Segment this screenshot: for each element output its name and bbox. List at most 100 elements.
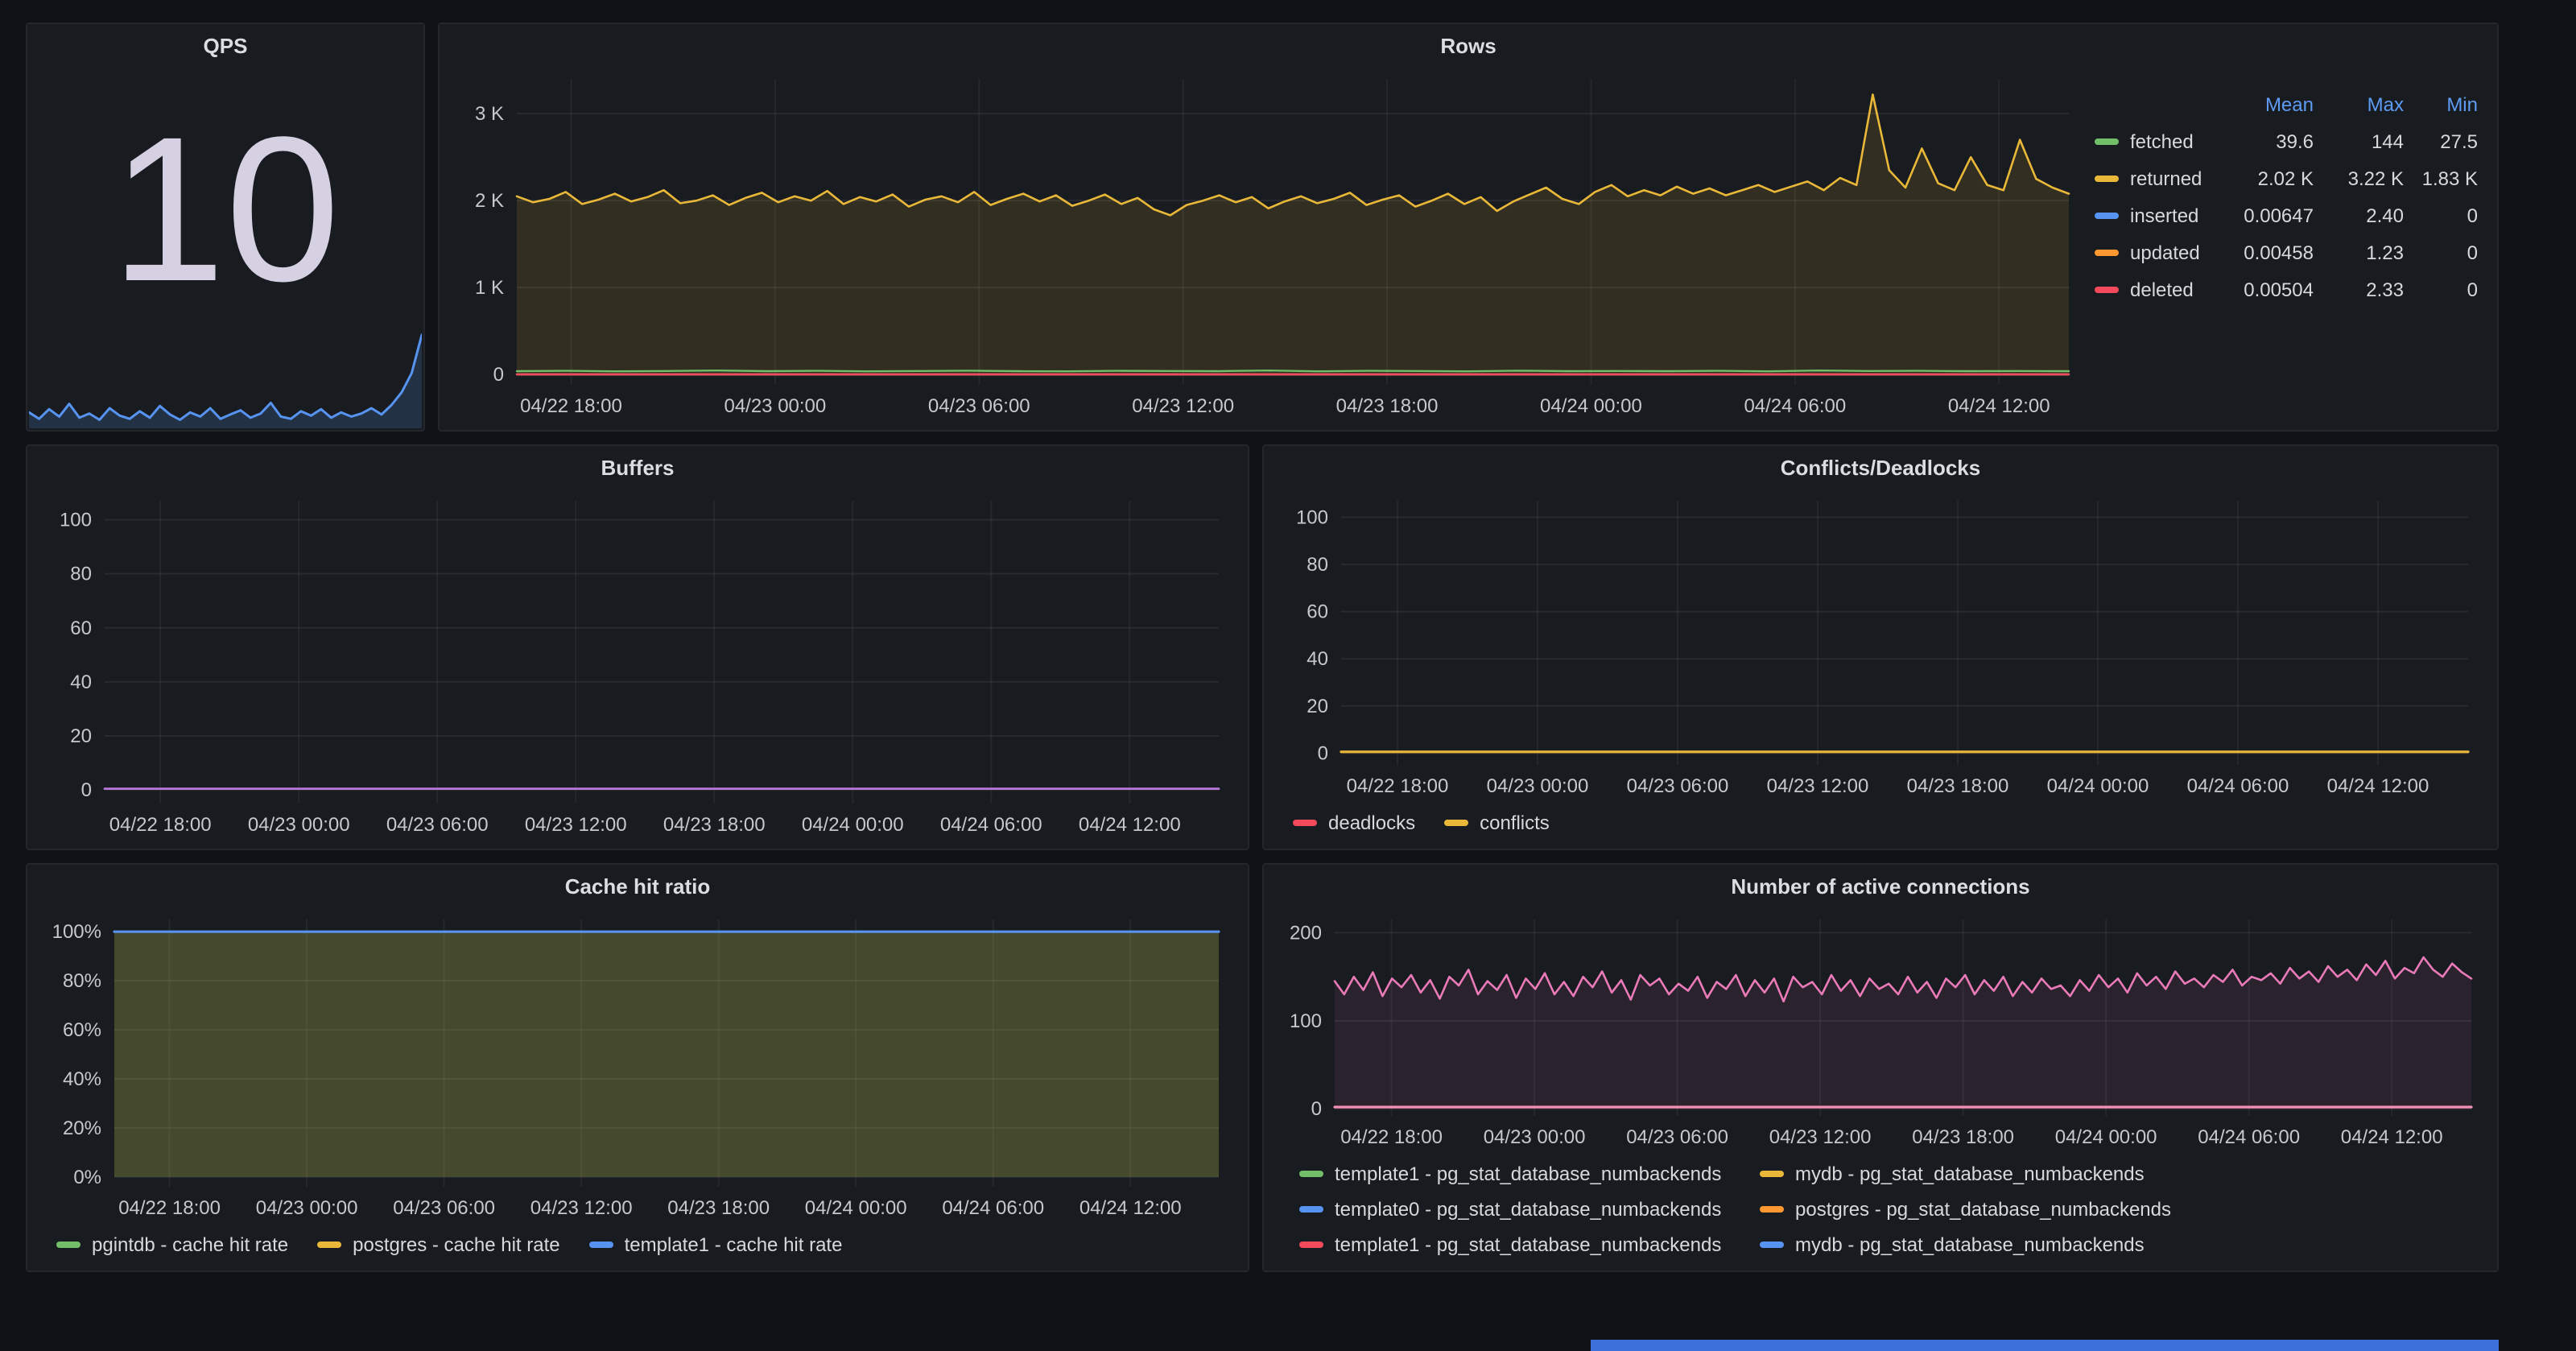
legend-label: postgres - cache hit rate [353,1233,559,1256]
panel-title-buffers[interactable]: Buffers [27,446,1248,488]
mean-value: 0.00458 [2214,233,2314,271]
x-tick-label: 04/23 06:00 [928,395,1030,417]
y-tick-label: 80 [1307,554,1328,576]
x-tick-label: 04/24 12:00 [1079,814,1181,836]
connections-chart[interactable]: 010020004/22 18:0004/23 00:0004/23 06:00… [1277,907,2484,1155]
legend-col-min[interactable]: Min [2404,85,2478,122]
y-tick-label: 60 [70,618,92,639]
max-value: 2.33 [2314,271,2404,308]
panel-cache-hit-ratio: Cache hit ratio 0%20%40%60%80%100%04/22 … [26,863,1249,1272]
min-value: 0 [2404,271,2478,308]
chart-svg: 0%20%40%60%80%100%04/22 18:0004/23 00:00… [40,907,1235,1225]
legend-series-returned[interactable]: returned [2095,159,2214,196]
legend-item-template0-pg-stat-database-numbackends[interactable]: template0 - pg_stat_database_numbackends [1299,1193,1760,1225]
legend-label: template1 - pg_stat_database_numbackends [1335,1163,1721,1185]
x-tick-label: 04/23 00:00 [1487,775,1589,797]
x-tick-label: 04/24 12:00 [2327,775,2429,797]
x-tick-label: 04/23 06:00 [1626,1126,1728,1148]
x-tick-label: 04/22 18:00 [109,814,212,836]
legend-item-postgres-cache-hit-rate[interactable]: postgres - cache hit rate [317,1229,559,1261]
chart-svg: 01 K2 K3 K04/22 18:0004/23 00:0004/23 06… [452,66,2079,423]
y-tick-label: 0 [1311,1098,1322,1120]
legend-swatch [1760,1206,1784,1213]
panel-title-rows[interactable]: Rows [440,24,2497,66]
legend-col-mean[interactable]: Mean [2214,85,2314,122]
series-line-fetched [517,370,2069,371]
y-tick-label: 40 [1307,648,1328,670]
chart-svg [29,322,422,428]
legend-swatch [2095,175,2119,181]
legend-swatch [1293,820,1317,826]
axis-tick-labels: 02040608010004/22 18:0004/23 00:0004/23 … [60,510,1181,837]
legend-item-template1-pg-stat-database-numbackends[interactable]: template1 - pg_stat_database_numbackends [1299,1158,1760,1190]
panel-active-connections: Number of active connections 0 100 200 04/2… [1262,863,2499,1272]
y-tick-label: 0 [1318,742,1328,764]
y-tick-label: 100 [1296,507,1328,529]
legend-label: conflicts [1480,812,1550,834]
x-tick-label: 04/24 00:00 [2047,775,2149,797]
legend-label: template0 - pg_stat_database_numbackends [1335,1198,1721,1221]
panel-title-qps[interactable]: QPS [27,24,423,66]
legend-series-inserted[interactable]: inserted [2095,196,2214,233]
legend-swatch [1760,1242,1784,1248]
x-tick-label: 04/24 06:00 [1744,395,1846,417]
legend-label: returned [2130,167,2202,189]
x-tick-label: 04/23 12:00 [1132,395,1234,417]
legend-item-mydb-pg-stat-database-numbackends[interactable]: mydb - pg_stat_database_numbackends [1760,1158,2478,1190]
connections-legend: template1 - pg_stat_database_numbackends… [1277,1155,2484,1264]
legend-item-deadlocks[interactable]: deadlocks [1293,807,1415,839]
x-tick-label: 04/24 12:00 [1948,395,2050,417]
next-row-panel-edge [1591,1340,2499,1351]
x-tick-label: 04/23 12:00 [1767,775,1869,797]
panel-title-connections[interactable]: Number of active connections [1264,865,2497,907]
legend-series-updated[interactable]: updated [2095,233,2214,271]
mean-value: 2.02 K [2214,159,2314,196]
legend-series-deleted[interactable]: deleted [2095,271,2214,308]
mean-value: 0.00647 [2214,196,2314,233]
y-tick-label: 100 [1290,1010,1322,1032]
legend-item-pgintdb-cache-hit-rate[interactable]: pgintdb - cache hit rate [56,1229,288,1261]
legend-swatch [1760,1171,1784,1177]
x-tick-label: 04/22 18:00 [1347,775,1449,797]
rows-chart[interactable]: 01 K2 K3 K04/22 18:0004/23 00:0004/23 06… [452,66,2079,423]
buffers-chart[interactable]: 02040608010004/22 18:0004/23 00:0004/23 … [40,488,1235,842]
panel-title-cache[interactable]: Cache hit ratio [27,865,1248,907]
legend-item-postgres-pg-stat-database-numbackends[interactable]: postgres - pg_stat_database_numbackends [1760,1193,2478,1225]
y-tick-label: 0 [493,364,504,386]
grafana-dashboard: QPS 10 Rows 01 K2 K3 K04/22 18:0004/23 0… [0,0,2576,1351]
max-value: 2.40 [2314,196,2404,233]
qps-sparkline[interactable] [29,322,422,428]
y-tick-label: 0 [81,779,92,801]
max-value: 1.23 [2314,233,2404,271]
legend-item-template1-cache-hit-rate[interactable]: template1 - cache hit rate [589,1229,843,1261]
x-tick-label: 04/22 18:00 [1340,1126,1443,1148]
y-tick-label: 100% [52,921,101,943]
legend-item-mydb-pg-stat-database-numbackends[interactable]: mydb - pg_stat_database_numbackends [1760,1229,2478,1261]
y-tick-label: 200 [1290,922,1322,944]
cache-chart[interactable]: 0%20%40%60%80%100%04/22 18:0004/23 00:00… [40,907,1235,1225]
panel-title-conflicts[interactable]: Conflicts/Deadlocks [1264,446,2497,488]
legend-swatch [1444,820,1468,826]
legend-swatch [589,1242,613,1248]
x-tick-label: 04/23 18:00 [1336,395,1439,417]
mean-value: 0.00504 [2214,271,2314,308]
legend-col-max[interactable]: Max [2314,85,2404,122]
stat-value: 10 [27,79,423,340]
x-tick-label: 04/24 12:00 [1080,1197,1182,1219]
x-tick-label: 04/23 18:00 [1912,1126,2014,1148]
conflicts-legend: deadlocks conflicts [1277,804,2484,842]
legend-label: deadlocks [1328,812,1415,834]
x-tick-label: 04/23 06:00 [393,1197,495,1219]
x-tick-label: 04/22 18:00 [118,1197,221,1219]
x-tick-label: 04/24 06:00 [2187,775,2289,797]
legend-item-conflicts[interactable]: conflicts [1444,807,1550,839]
x-tick-label: 04/24 00:00 [1540,395,1642,417]
x-tick-label: 04/24 12:00 [2341,1126,2443,1148]
legend-swatch [2095,138,2119,144]
legend-label: template1 - pg_stat_database_numbackends [1335,1233,1721,1256]
x-tick-label: 04/22 18:00 [520,395,622,417]
legend-label: mydb - pg_stat_database_numbackends [1795,1233,2145,1256]
conflicts-chart[interactable]: 02040608010004/22 18:0004/23 00:0004/23 … [1277,488,2484,804]
legend-item-template1-pg-stat-database-numbackends[interactable]: template1 - pg_stat_database_numbackends [1299,1229,1760,1261]
legend-series-fetched[interactable]: fetched [2095,122,2214,159]
